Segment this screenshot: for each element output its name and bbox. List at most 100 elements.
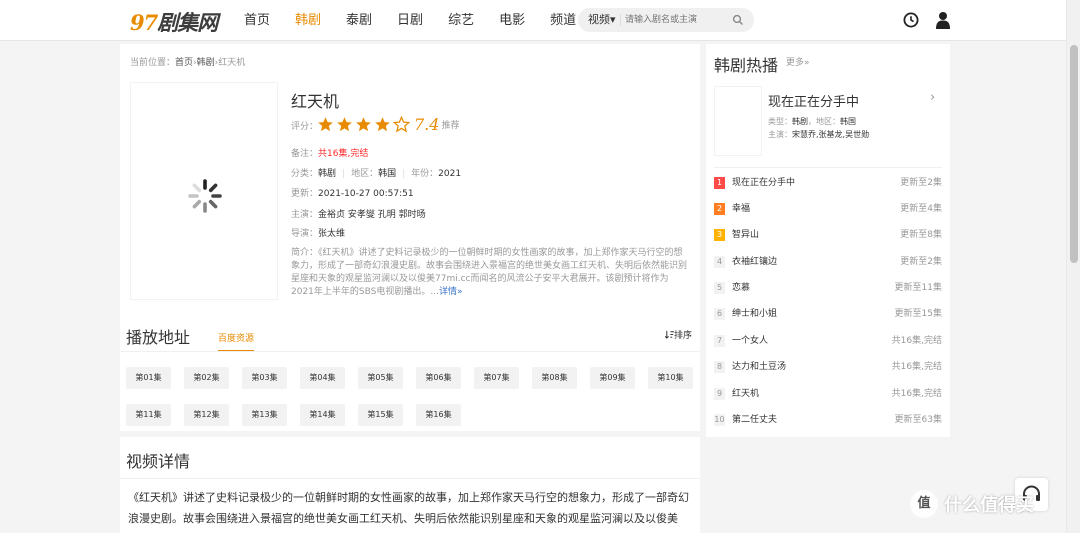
episode-button[interactable]: 第08集 <box>532 367 577 389</box>
episode-button[interactable]: 第12集 <box>184 404 229 426</box>
rank-status: 共16集,完结 <box>891 362 942 372</box>
rank-status: 更新至2集 <box>900 257 942 267</box>
tab-baidu-source[interactable]: 百度资源 <box>218 331 255 352</box>
intro-label: 简介： <box>291 248 319 258</box>
nav-movie[interactable]: 电影 <box>499 0 525 41</box>
rank-status: 更新至2集 <box>900 178 942 188</box>
star-icon <box>318 117 333 132</box>
episode-button[interactable]: 第01集 <box>126 367 171 389</box>
episode-button[interactable]: 第02集 <box>184 367 229 389</box>
clock-icon[interactable] <box>903 12 919 28</box>
drama-info-panel: 当前位置：首页›韩剧›红天机 红天机 评分： 7.4 推荐 备注：共16集,完结 <box>120 44 700 431</box>
sort-button[interactable]: 排序 <box>664 328 693 341</box>
scrollbar-thumb[interactable] <box>1070 45 1078 263</box>
episode-button[interactable]: 第06集 <box>416 367 461 389</box>
star-icon <box>375 117 390 132</box>
rank-title[interactable]: 幸福 <box>732 203 750 215</box>
featured-region: 韩国 <box>840 117 856 126</box>
tab-divider <box>120 351 700 352</box>
cast-value[interactable]: 金裕贞 安孝燮 孔明 郭时旸 <box>318 210 426 220</box>
breadcrumb-prefix: 当前位置： <box>130 58 176 68</box>
rank-title[interactable]: 现在正在分手中 <box>732 177 795 189</box>
rank-title[interactable]: 红天机 <box>732 388 759 400</box>
year-value[interactable]: 2021 <box>438 169 461 179</box>
side-more-link[interactable]: 更多» <box>786 55 810 68</box>
episode-button[interactable]: 第04集 <box>300 367 345 389</box>
search-type-select[interactable]: 视频▾ <box>588 8 616 32</box>
user-icon[interactable] <box>936 11 950 29</box>
rank-item[interactable]: 6 绅士和小姐 更新至15集 <box>714 308 942 322</box>
rank-item[interactable]: 7 一个女人 共16集,完结 <box>714 335 942 349</box>
episode-button[interactable]: 第10集 <box>648 367 693 389</box>
sort-label: 排序 <box>674 331 693 341</box>
episode-button[interactable]: 第13集 <box>242 404 287 426</box>
rank-number: 6 <box>714 308 725 320</box>
episode-button[interactable]: 第11集 <box>126 404 171 426</box>
nav-home[interactable]: 首页 <box>244 0 270 41</box>
nav-korean-drama[interactable]: 韩剧 <box>295 0 321 41</box>
rank-title[interactable]: 达力和土豆汤 <box>732 361 786 373</box>
star-icon <box>337 117 352 132</box>
page-scrollbar[interactable] <box>1066 0 1080 533</box>
breadcrumb-current: 红天机 <box>218 58 246 68</box>
rank-title[interactable]: 智异山 <box>732 229 759 241</box>
rank-title[interactable]: 恋慕 <box>732 282 750 294</box>
breadcrumb-category[interactable]: 韩剧 <box>197 58 215 68</box>
main-nav: 首页 韩剧 泰剧 日剧 综艺 电影 频道⌄ <box>244 0 612 41</box>
episode-button[interactable]: 第03集 <box>242 367 287 389</box>
detail-text: 《红天机》讲述了史料记录极少的一位朝鲜时期的女性画家的故事，加上郑作家天马行空的… <box>128 491 689 525</box>
director-value[interactable]: 张太维 <box>318 229 345 239</box>
episode-button[interactable]: 第07集 <box>474 367 519 389</box>
search-icon[interactable] <box>732 14 744 26</box>
video-detail-panel: 视频详情 《红天机》讲述了史料记录极少的一位朝鲜时期的女性画家的故事，加上郑作家… <box>120 437 700 533</box>
featured-type-label: 类型： <box>768 117 792 126</box>
episode-button[interactable]: 第14集 <box>300 404 345 426</box>
rank-item[interactable]: 2 幸福 更新至4集 <box>714 203 942 217</box>
featured-poster[interactable] <box>714 86 762 156</box>
nav-thai-drama[interactable]: 泰剧 <box>346 0 372 41</box>
rating-score: 7.4 <box>414 115 440 134</box>
rank-item[interactable]: 5 恋慕 更新至11集 <box>714 282 942 296</box>
intro-more-link[interactable]: 详情» <box>439 287 463 297</box>
rank-item[interactable]: 1 现在正在分手中 更新至2集 <box>714 177 942 191</box>
rank-item[interactable]: 9 红天机 共16集,完结 <box>714 388 942 402</box>
episode-button[interactable]: 第16集 <box>416 404 461 426</box>
nav-japanese-drama[interactable]: 日剧 <box>397 0 423 41</box>
loading-spinner-icon <box>188 179 222 213</box>
episode-button[interactable]: 第09集 <box>590 367 635 389</box>
rank-title[interactable]: 第二任丈夫 <box>732 414 777 426</box>
rank-item[interactable]: 4 衣袖红镶边 更新至2集 <box>714 256 942 270</box>
rank-item[interactable]: 8 达力和土豆汤 共16集,完结 <box>714 361 942 375</box>
poster-image[interactable] <box>130 82 278 300</box>
category-value[interactable]: 韩剧 <box>318 169 336 179</box>
episode-button[interactable]: 第15集 <box>358 404 403 426</box>
chevron-right-icon[interactable]: › <box>930 90 935 105</box>
rank-status: 更新至63集 <box>894 415 942 425</box>
rank-status: 更新至11集 <box>894 283 942 293</box>
rank-title[interactable]: 衣袖红镶边 <box>732 256 777 268</box>
rank-title[interactable]: 绅士和小姐 <box>732 308 777 320</box>
side-divider <box>714 167 942 168</box>
rank-status: 更新至4集 <box>900 204 942 214</box>
rank-title[interactable]: 一个女人 <box>732 335 768 347</box>
search-box: 视频▾ <box>578 8 754 32</box>
featured-title[interactable]: 现在正在分手中 <box>768 91 859 110</box>
search-input[interactable] <box>625 11 735 29</box>
rank-status: 共16集,完结 <box>891 389 942 399</box>
episode-button[interactable]: 第05集 <box>358 367 403 389</box>
site-logo[interactable]: 97剧集网 <box>130 7 218 37</box>
hot-korean-drama-panel: 韩剧热播 更多» 现在正在分手中 › 类型：韩剧，地区：韩国 主演：宋慧乔,张基… <box>706 44 950 437</box>
rank-item[interactable]: 10 第二任丈夫 更新至63集 <box>714 414 942 428</box>
watermark-badge: 值 <box>910 490 938 518</box>
featured-cast-label: 主演： <box>768 130 792 139</box>
rank-item[interactable]: 3 智异山 更新至8集 <box>714 229 942 243</box>
region-value[interactable]: 韩国 <box>378 169 396 179</box>
meta-row: 分类：韩剧 | 地区：韩国 | 年份：2021 <box>291 169 462 179</box>
nav-variety[interactable]: 综艺 <box>448 0 474 41</box>
intro-text: 简介：《红天机》讲述了史料记录极少的一位朝鲜时期的女性画家的故事，加上郑作家天马… <box>291 247 691 299</box>
featured-meta: 类型：韩剧，地区：韩国 <box>768 116 856 127</box>
star-icon <box>356 117 371 132</box>
sort-icon <box>664 330 674 339</box>
breadcrumb-home[interactable]: 首页 <box>175 58 193 68</box>
rank-number: 5 <box>714 282 725 294</box>
